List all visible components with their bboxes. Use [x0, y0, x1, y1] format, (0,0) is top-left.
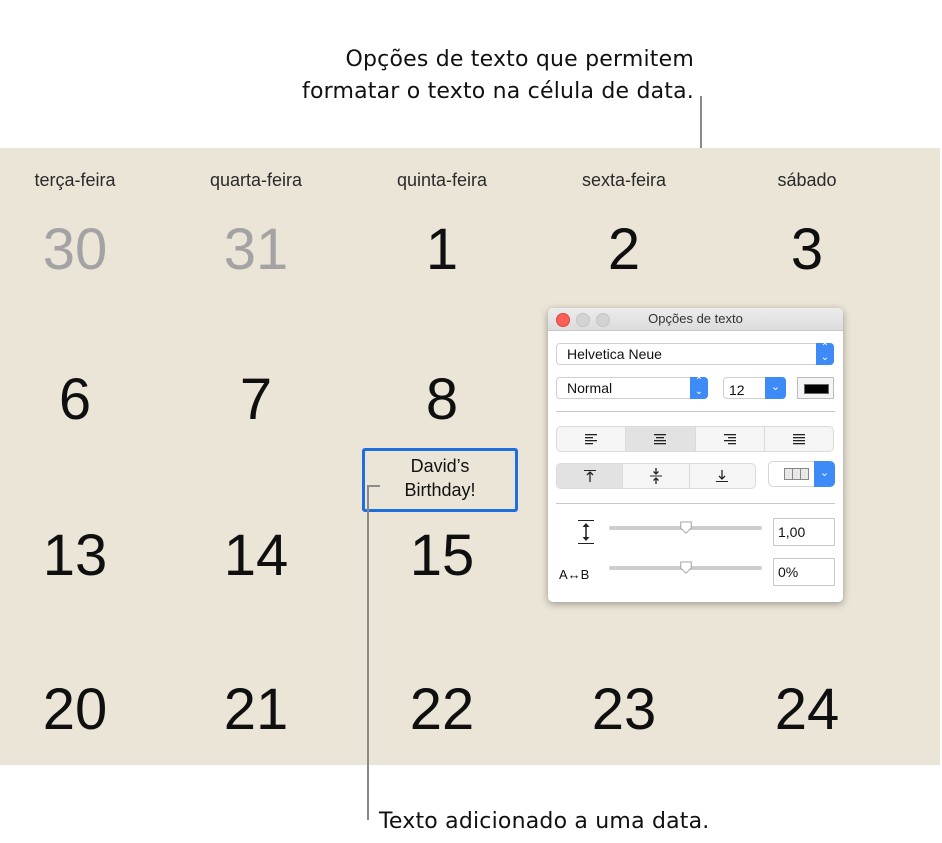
date-cell-number[interactable]: 3	[722, 218, 892, 282]
align-center-icon	[654, 434, 667, 445]
weekday-header: sexta-feira	[581, 170, 667, 190]
top-callout: Opções de texto que permitem formatar o …	[302, 44, 694, 108]
date-cell-number[interactable]: 23	[539, 678, 709, 742]
weekday-header: terça-feira	[34, 170, 116, 190]
bottom-leader-horizontal	[368, 485, 380, 487]
character-spacing-icon: A↔B	[559, 567, 590, 582]
chevron-down-icon: ⌄	[814, 461, 835, 487]
date-cell-number[interactable]: 21	[171, 678, 341, 742]
top-callout-line1: Opções de texto que permitem	[345, 47, 694, 72]
date-cell-text-line1: David’s	[410, 456, 470, 476]
line-spacing-slider-knob[interactable]	[679, 521, 693, 535]
date-cell-number[interactable]: 1	[357, 218, 527, 282]
text-color-swatch	[804, 384, 829, 394]
date-cell-number[interactable]: 13	[0, 524, 160, 588]
date-cell-number[interactable]: 24	[722, 678, 892, 742]
date-cell-text[interactable]: David’s Birthday!	[365, 454, 515, 502]
horizontal-alignment-control[interactable]	[556, 426, 834, 452]
line-spacing-field[interactable]: 1,00	[773, 518, 835, 546]
character-spacing-field[interactable]: 0%	[773, 558, 835, 586]
align-bottom-button[interactable]	[690, 464, 755, 488]
top-callout-line2: formatar o texto na célula de data.	[302, 79, 694, 104]
date-cell-number[interactable]: 31	[171, 218, 341, 282]
align-left-icon	[585, 434, 598, 445]
font-family-popup[interactable]: Helvetica Neue ⌃ ⌄	[556, 343, 834, 365]
text-color-well[interactable]	[797, 377, 834, 399]
weekday-header: quarta-feira	[209, 170, 303, 190]
divider	[556, 503, 835, 504]
date-cell-number[interactable]: 14	[171, 524, 341, 588]
font-size-combo[interactable]: 12 ⌄	[723, 377, 786, 399]
vertical-alignment-control[interactable]	[556, 463, 756, 489]
bottom-leader-line	[367, 485, 369, 820]
align-left-button[interactable]	[557, 427, 627, 451]
character-spacing-slider-knob[interactable]	[679, 561, 693, 575]
date-cell-number[interactable]: 7	[171, 368, 341, 432]
date-cell-number[interactable]: 2	[539, 218, 709, 282]
align-right-icon	[723, 434, 736, 445]
date-cell-number[interactable]: 6	[0, 368, 160, 432]
justify-button[interactable]	[765, 427, 833, 451]
date-cell-number[interactable]: 22	[357, 678, 527, 742]
align-middle-button[interactable]	[623, 464, 690, 488]
date-cell-text-line2: Birthday!	[404, 480, 476, 500]
chevron-down-icon[interactable]: ⌄	[765, 377, 786, 399]
justify-icon	[792, 434, 805, 445]
align-right-button[interactable]	[696, 427, 765, 451]
panel-title: Opções de texto	[648, 311, 743, 326]
align-bottom-icon	[716, 470, 729, 482]
date-cell-number[interactable]: 20	[0, 678, 160, 742]
columns-popup[interactable]: ⌄	[768, 461, 835, 487]
align-middle-icon	[649, 468, 662, 484]
date-cell-number[interactable]: 30	[0, 218, 160, 282]
weekday-header: sábado	[777, 170, 837, 190]
date-cell-number[interactable]: 15	[357, 524, 527, 588]
panel-titlebar[interactable]: Opções de texto	[548, 308, 843, 331]
weekday-header: quinta-feira	[396, 170, 488, 190]
selected-date-cell[interactable]: David’s Birthday!	[362, 448, 518, 512]
divider	[556, 411, 835, 412]
align-center-button[interactable]	[626, 427, 696, 451]
popup-stepper-icon: ⌃ ⌄	[690, 377, 708, 399]
font-family-value: Helvetica Neue	[567, 346, 662, 362]
line-spacing-icon	[578, 520, 594, 544]
text-options-panel: Opções de texto Helvetica Neue ⌃ ⌄ Normal…	[548, 308, 843, 602]
font-style-popup[interactable]: Normal ⌃ ⌄	[556, 377, 708, 399]
bottom-callout: Texto adicionado a uma data.	[379, 809, 710, 834]
date-cell-number[interactable]: 8	[357, 368, 527, 432]
align-top-button[interactable]	[557, 464, 624, 488]
popup-stepper-icon: ⌃ ⌄	[816, 343, 834, 365]
columns-icon	[784, 468, 809, 480]
align-top-icon	[583, 470, 596, 482]
font-style-value: Normal	[567, 380, 613, 396]
font-size-value[interactable]: 12	[729, 382, 745, 398]
